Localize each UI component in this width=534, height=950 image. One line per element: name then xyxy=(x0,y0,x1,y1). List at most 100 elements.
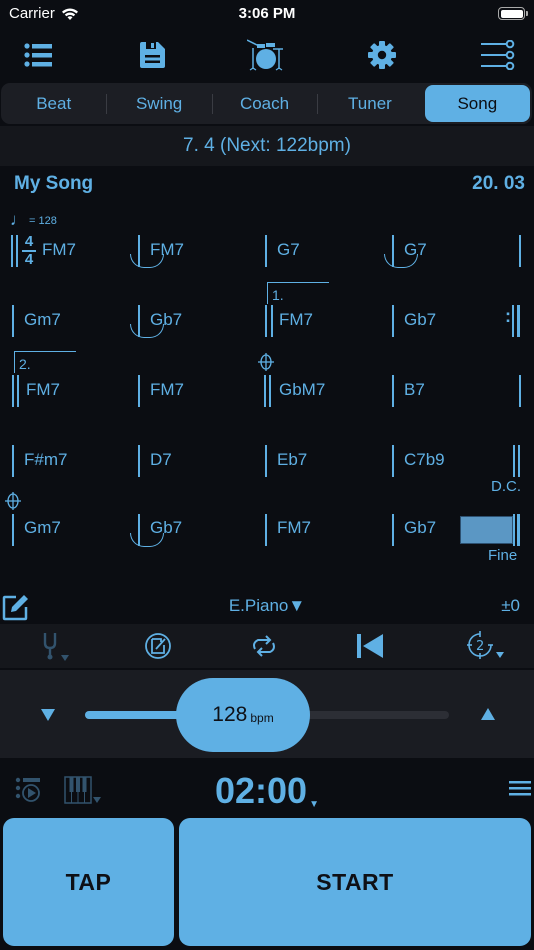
quarter-note-icon: ♩ xyxy=(10,210,27,229)
auto-tempo-icon xyxy=(145,633,171,659)
time-signature: 4 4 xyxy=(22,233,36,268)
settings-button[interactable] xyxy=(362,37,402,73)
song-title[interactable]: My Song xyxy=(14,173,93,197)
chord[interactable]: G7 xyxy=(277,240,300,260)
hamburger-menu-icon xyxy=(509,781,531,796)
barline xyxy=(12,514,14,546)
barline xyxy=(519,235,521,267)
save-button[interactable] xyxy=(132,37,172,73)
edit-song-button[interactable] xyxy=(2,593,30,621)
chord[interactable]: FM7 xyxy=(277,518,311,538)
tab-beat[interactable]: Beat xyxy=(1,83,106,124)
svg-text:2: 2 xyxy=(476,639,484,654)
tempo-down-button[interactable] xyxy=(38,704,58,724)
list-icon xyxy=(24,43,52,67)
dc-marking: D.C. xyxy=(491,478,521,495)
chord[interactable]: FM7 xyxy=(150,240,184,260)
chord[interactable]: Gm7 xyxy=(24,310,61,330)
playback-info: 7. 4 (Next: 122bpm) xyxy=(0,126,534,166)
barline xyxy=(392,514,394,546)
chord[interactable]: FM7 xyxy=(279,310,313,330)
volta-bracket-2: 2. xyxy=(14,351,76,373)
mixer-button[interactable] xyxy=(478,37,518,73)
tempo-unit: bpm xyxy=(250,711,274,725)
tempo-marking: ♩ = 128 xyxy=(10,210,57,229)
barline xyxy=(519,375,521,407)
tab-tuner[interactable]: Tuner xyxy=(317,83,422,124)
top-toolbar xyxy=(0,33,534,77)
song-header: My Song 20. 03 xyxy=(14,173,525,197)
coda-icon xyxy=(5,492,21,510)
chord[interactable]: FM7 xyxy=(150,380,184,400)
timer-row: 02:00 ▼ xyxy=(0,760,534,816)
tempo-value: 128 xyxy=(212,703,248,726)
chord[interactable]: Gb7 xyxy=(150,310,182,330)
start-button[interactable]: START xyxy=(179,818,531,946)
chord[interactable]: C7b9 xyxy=(404,450,445,470)
current-bar-highlight xyxy=(460,516,513,544)
chord[interactable]: Gb7 xyxy=(404,518,436,538)
clock: 3:06 PM xyxy=(238,5,296,22)
chord[interactable]: D7 xyxy=(150,450,172,470)
double-barline xyxy=(518,445,520,477)
edit-icon xyxy=(2,595,28,621)
barline xyxy=(392,375,394,407)
save-icon xyxy=(140,42,165,68)
tempo-up-button[interactable] xyxy=(478,704,498,724)
chord[interactable]: Gm7 xyxy=(24,518,61,538)
barline xyxy=(392,305,394,337)
chord[interactable]: Gb7 xyxy=(150,518,182,538)
tab-song[interactable]: Song xyxy=(424,85,531,122)
barline xyxy=(138,375,140,407)
fine-marking: Fine xyxy=(488,547,518,564)
auto-tempo-button[interactable] xyxy=(136,630,180,662)
repeat-start-barline xyxy=(271,305,273,337)
tempo-slider-thumb[interactable]: 128 bpm xyxy=(176,678,310,752)
drum-kit-icon xyxy=(247,39,283,71)
chord[interactable]: F#m7 xyxy=(24,450,67,470)
chord[interactable]: Gb7 xyxy=(404,310,436,330)
status-bar: Carrier 3:06 PM xyxy=(0,0,534,30)
barline xyxy=(138,445,140,477)
double-barline xyxy=(17,375,19,407)
practice-timer[interactable]: 02:00 ▼ xyxy=(0,770,534,812)
timer-dropdown-caret: ▼ xyxy=(309,799,319,810)
double-barline xyxy=(264,375,266,407)
chord[interactable]: GbM7 xyxy=(279,380,325,400)
barline xyxy=(265,235,267,267)
menu-button[interactable] xyxy=(509,780,531,801)
chord[interactable]: FM7 xyxy=(42,240,76,260)
gear-icon xyxy=(368,41,396,69)
rewind-to-start-icon xyxy=(357,634,383,658)
barline xyxy=(265,445,267,477)
loop-button[interactable] xyxy=(242,630,286,662)
rewind-to-start-button[interactable] xyxy=(348,630,392,662)
song-list-button[interactable] xyxy=(18,37,58,73)
tap-button[interactable]: TAP xyxy=(3,818,174,946)
count-in-icon: 2 xyxy=(467,631,504,659)
repeat-start-barline xyxy=(265,305,267,337)
chord[interactable]: B7 xyxy=(404,380,425,400)
tab-coach[interactable]: Coach xyxy=(211,83,317,124)
double-barline xyxy=(12,375,14,407)
count-in-button[interactable]: 2 xyxy=(464,630,508,662)
tuning-fork-button[interactable] xyxy=(32,630,76,662)
tempo-marking-value: = 128 xyxy=(29,215,57,227)
transpose-value[interactable]: ±0 xyxy=(501,596,520,616)
mode-tabs: Beat Swing Coach Tuner Song xyxy=(1,83,532,124)
chord[interactable]: Eb7 xyxy=(277,450,307,470)
timer-value: 02:00 xyxy=(215,770,308,811)
mixer-sliders-icon xyxy=(481,40,515,70)
barline xyxy=(12,445,14,477)
time-signature-bottom: 4 xyxy=(24,250,34,268)
tab-swing[interactable]: Swing xyxy=(106,83,211,124)
playback-controls: 2 xyxy=(0,624,534,668)
chord[interactable]: G7 xyxy=(404,240,427,260)
double-barline xyxy=(16,235,18,267)
final-barline xyxy=(513,514,515,546)
final-barline xyxy=(517,514,520,546)
time-signature-top: 4 xyxy=(24,233,34,250)
drum-kit-button[interactable] xyxy=(246,37,286,73)
instrument-selector[interactable]: E.Piano▼ xyxy=(207,596,327,616)
chord[interactable]: FM7 xyxy=(26,380,60,400)
